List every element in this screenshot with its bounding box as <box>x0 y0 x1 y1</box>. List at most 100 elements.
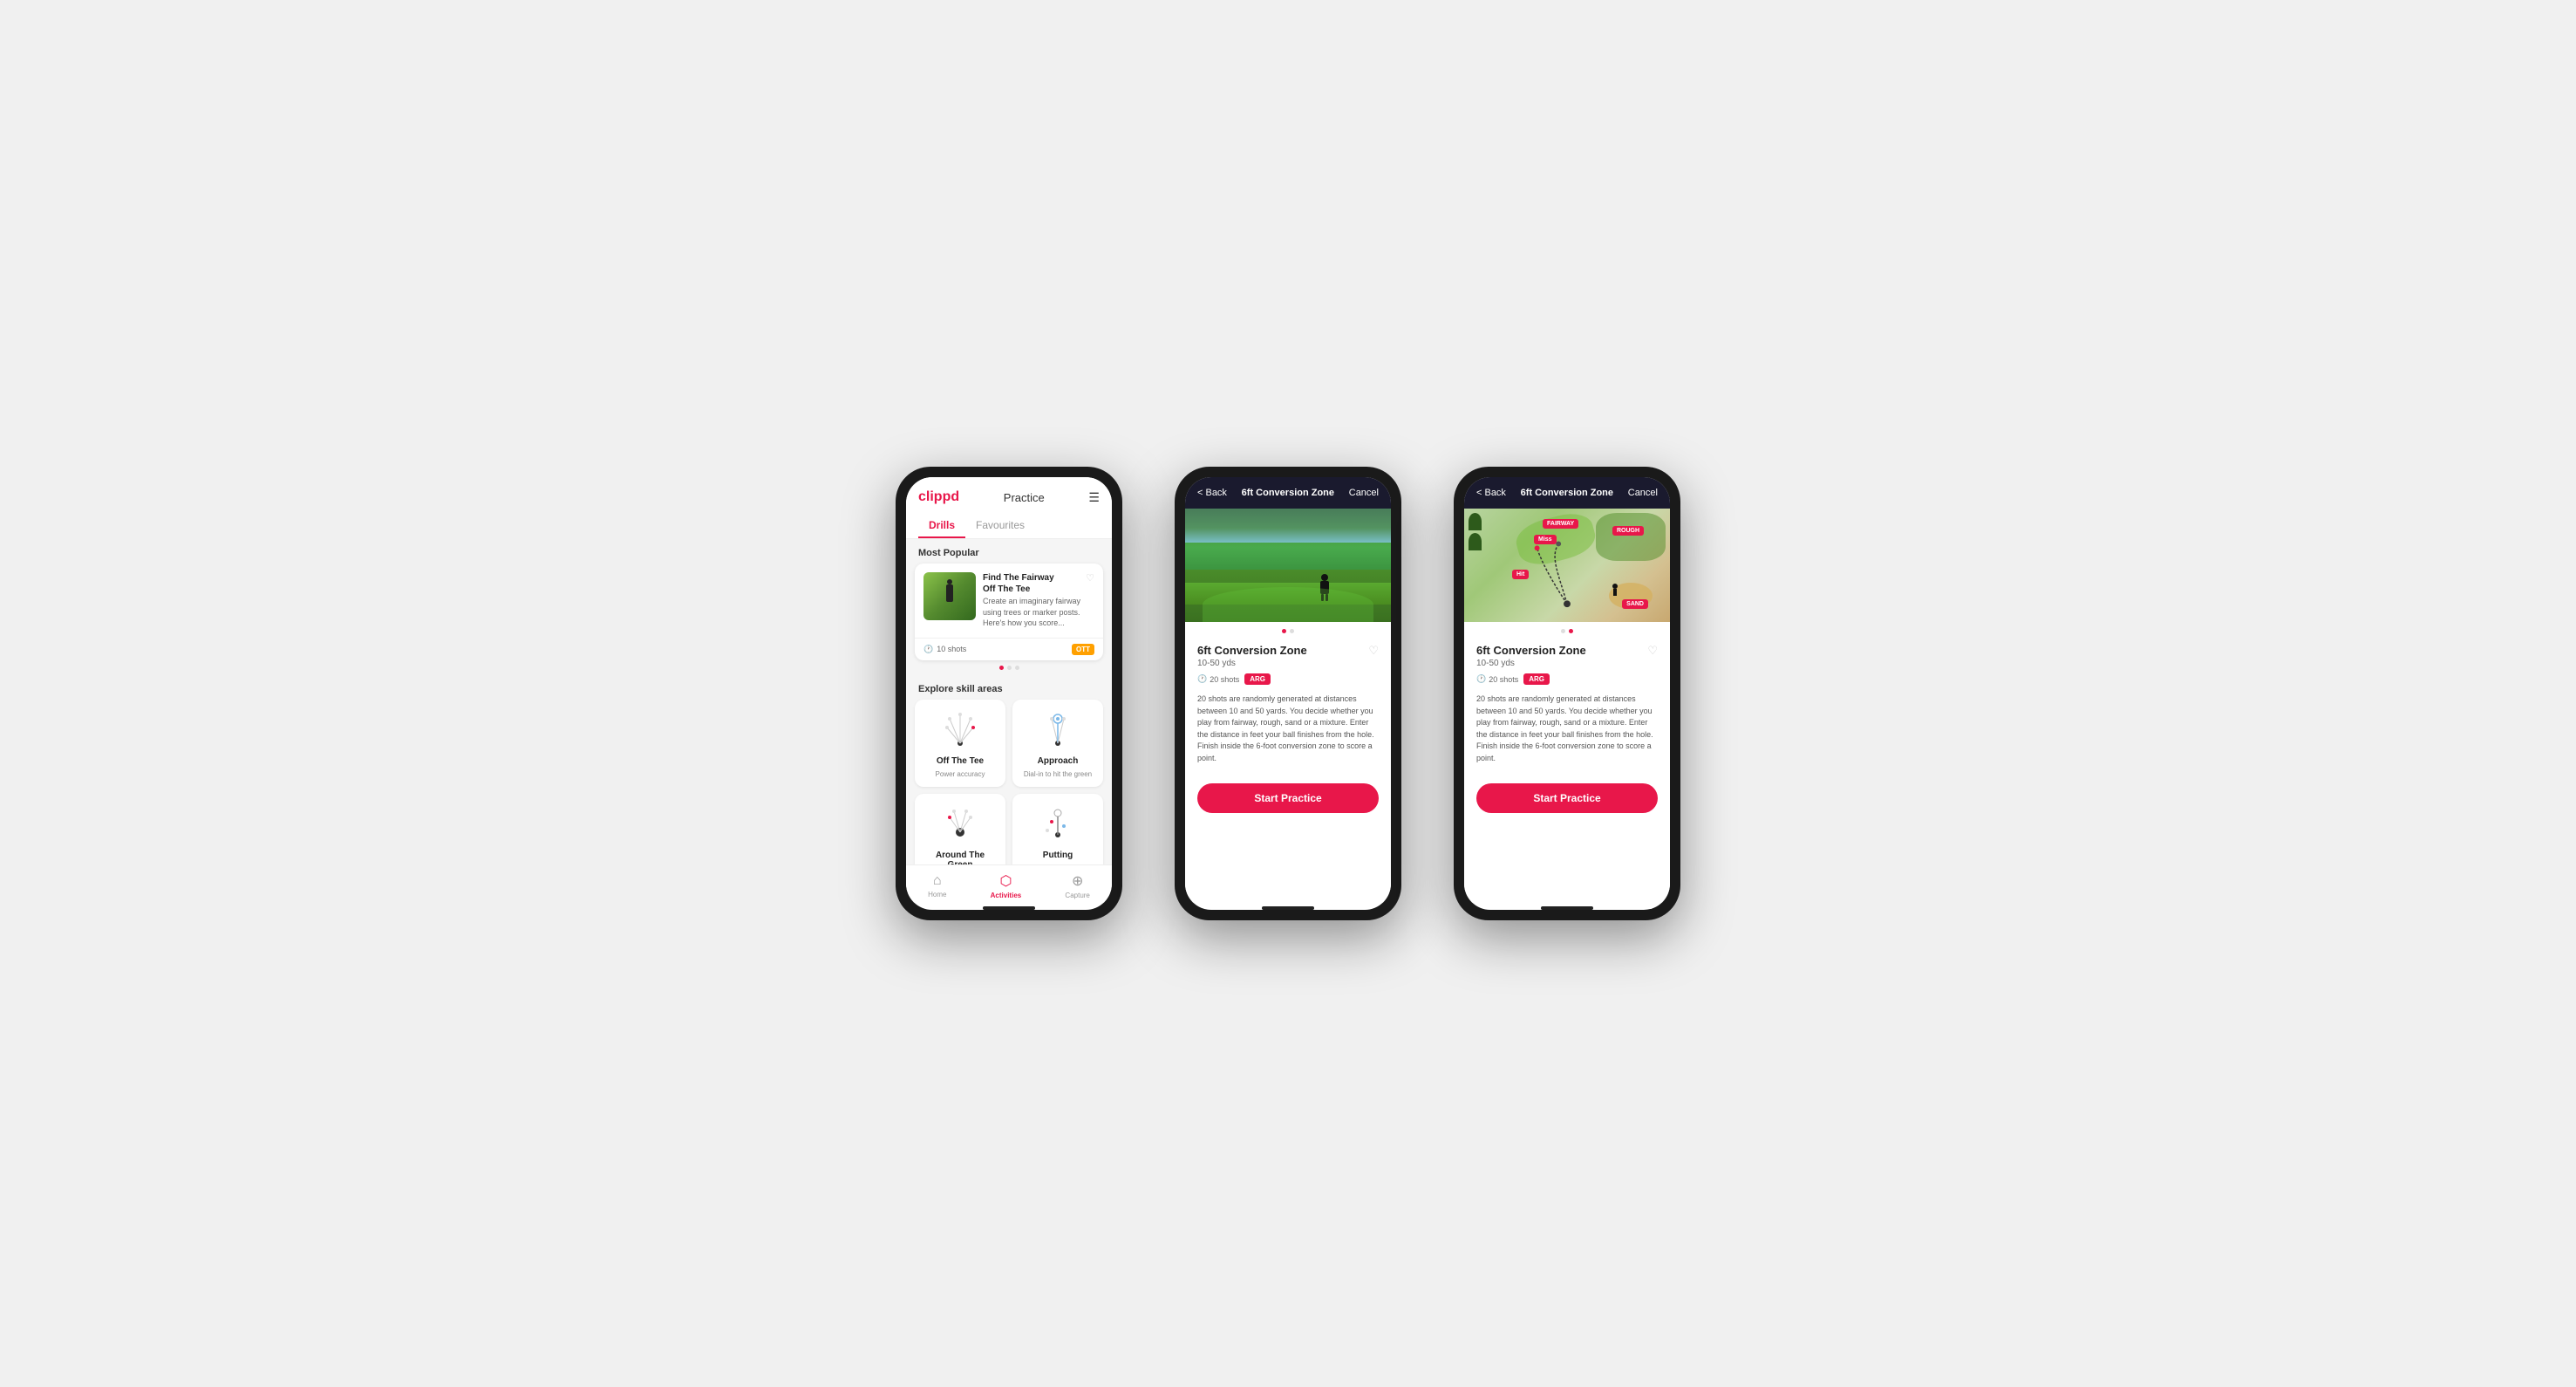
ott-name: Off The Tee <box>937 756 984 766</box>
drill-clock-icon: 🕐 <box>1197 674 1207 684</box>
cancel-button-2[interactable]: Cancel <box>1349 488 1379 498</box>
home-label: Home <box>928 891 946 898</box>
phone-2: < Back 6ft Conversion Zone Cancel <box>1175 467 1401 920</box>
home-icon: ⌂ <box>933 873 942 889</box>
activities-label: Activities <box>991 892 1022 899</box>
featured-drill-title: Find The Fairway <box>983 572 1054 584</box>
explore-label: Explore skill areas <box>906 675 1112 700</box>
bottom-nav: ⌂ Home ⬡ Activities ⊕ Capture <box>906 864 1112 903</box>
phone-1: clippd Practice ☰ Drills Favourites Most… <box>896 467 1122 920</box>
detail-header-3: < Back 6ft Conversion Zone Cancel <box>1464 477 1670 509</box>
drill-clock-icon-3: 🕐 <box>1476 674 1486 684</box>
phones-container: clippd Practice ☰ Drills Favourites Most… <box>896 467 1680 920</box>
dot-active <box>1282 629 1286 633</box>
activities-icon: ⬡ <box>999 872 1012 890</box>
drill-info-2: 6ft Conversion Zone 10-50 yds ♡ 🕐 20 sho… <box>1185 633 1391 775</box>
rough-badge: ROUGH <box>1612 526 1644 536</box>
nav-capture[interactable]: ⊕ Capture <box>1065 872 1089 899</box>
start-practice-button-3[interactable]: Start Practice <box>1476 783 1658 813</box>
phone-3: < Back 6ft Conversion Zone Cancel <box>1454 467 1680 920</box>
dot-2 <box>1007 666 1012 670</box>
skill-card-approach[interactable]: Approach Dial-in to hit the green <box>1012 700 1103 787</box>
dot-1-p3 <box>1561 629 1565 633</box>
drill-info-3: 6ft Conversion Zone 10-50 yds ♡ 🕐 20 sho… <box>1464 633 1670 775</box>
dot-3 <box>1015 666 1019 670</box>
practice-title: Practice <box>1004 491 1045 504</box>
atg-name: Around The Green <box>923 851 997 864</box>
capture-icon: ⊕ <box>1072 872 1083 890</box>
back-button-2[interactable]: < Back <box>1197 488 1227 498</box>
tab-favourites[interactable]: Favourites <box>965 514 1035 538</box>
home-indicator-bar-2 <box>1262 906 1314 910</box>
detail-page-title-2: 6ft Conversion Zone <box>1242 488 1334 498</box>
clock-icon: 🕐 <box>923 645 933 654</box>
ott-desc: Power accuracy <box>936 770 985 778</box>
drill-description-2: 20 shots are randomly generated at dista… <box>1197 694 1379 764</box>
trees-bg <box>1185 509 1391 548</box>
featured-drill-desc: Create an imaginary fairway using trees … <box>983 596 1094 629</box>
putting-icon-area <box>1032 803 1084 846</box>
atg-icon-area <box>934 803 986 846</box>
atg-diagram <box>937 804 985 844</box>
detail-header-2: < Back 6ft Conversion Zone Cancel <box>1185 477 1391 509</box>
detail-page-title-3: 6ft Conversion Zone <box>1521 488 1613 498</box>
miss-badge: Miss <box>1534 535 1557 544</box>
home-indicator-bar <box>983 906 1035 910</box>
approach-diagram <box>1034 710 1082 749</box>
skill-card-ott[interactable]: Off The Tee Power accuracy <box>915 700 1005 787</box>
start-practice-button-2[interactable]: Start Practice <box>1197 783 1379 813</box>
skill-card-atg[interactable]: Around The Green Hone your short game <box>915 794 1005 864</box>
map-golfer <box>1612 584 1618 596</box>
phone1-content: Most Popular Find The Fairway <box>906 539 1112 864</box>
tab-drills[interactable]: Drills <box>918 514 965 538</box>
featured-drill-card[interactable]: Find The Fairway Off The Tee ♡ Create an… <box>915 564 1103 660</box>
shots-label-3: 20 shots <box>1489 675 1518 684</box>
drill-heart-3[interactable]: ♡ <box>1647 644 1658 658</box>
shots-count: 10 shots <box>937 645 966 653</box>
detail-dots-3 <box>1464 622 1670 633</box>
golf-course-map: Miss Hit ROUGH FAIRWAY SAND <box>1464 509 1670 622</box>
skill-grid: Off The Tee Power accuracy <box>906 700 1112 864</box>
putting-diagram <box>1034 804 1082 844</box>
nav-home[interactable]: ⌂ Home <box>928 873 946 898</box>
fairway-badge: FAIRWAY <box>1543 519 1578 529</box>
ott-icon-area <box>934 708 986 752</box>
drill-heart-2[interactable]: ♡ <box>1368 644 1379 658</box>
detail-content-2: 6ft Conversion Zone 10-50 yds ♡ 🕐 20 sho… <box>1185 509 1391 903</box>
dot-inactive <box>1290 629 1294 633</box>
approach-icon-area <box>1032 708 1084 752</box>
arg-badge-2: ARG <box>1244 673 1271 685</box>
ott-badge: OTT <box>1072 644 1094 655</box>
golf-course-photo <box>1185 509 1391 622</box>
drill-range-3: 10-50 yds <box>1476 659 1586 668</box>
drill-meta-2: 🕐 20 shots ARG <box>1197 673 1379 685</box>
tabs-row: Drills Favourites <box>918 514 1100 538</box>
featured-drill-subtitle: Off The Tee <box>983 584 1054 595</box>
dot-2-p3 <box>1569 629 1573 633</box>
cancel-button-3[interactable]: Cancel <box>1628 488 1658 498</box>
drill-meta-3: 🕐 20 shots ARG <box>1476 673 1658 685</box>
clippd-logo: clippd <box>918 489 959 505</box>
approach-name: Approach <box>1038 756 1079 766</box>
heart-icon[interactable]: ♡ <box>1086 572 1094 595</box>
nav-activities[interactable]: ⬡ Activities <box>991 872 1022 899</box>
shots-label: 20 shots <box>1210 675 1239 684</box>
sand-badge: SAND <box>1622 599 1648 609</box>
carousel-dots <box>906 660 1112 675</box>
drill-range-2: 10-50 yds <box>1197 659 1307 668</box>
most-popular-label: Most Popular <box>906 539 1112 564</box>
home-indicator-bar-3 <box>1541 906 1593 910</box>
drill-description-3: 20 shots are randomly generated at dista… <box>1476 694 1658 764</box>
dot-1 <box>999 666 1004 670</box>
approach-desc: Dial-in to hit the green <box>1024 770 1092 778</box>
hamburger-icon[interactable]: ☰ <box>1088 490 1100 505</box>
golf-player-icon <box>941 579 958 614</box>
featured-info: Find The Fairway Off The Tee ♡ Create an… <box>983 572 1094 629</box>
putting-name: Putting <box>1043 851 1073 860</box>
ott-diagram <box>937 710 985 749</box>
back-button-3[interactable]: < Back <box>1476 488 1506 498</box>
drill-shots-3: 🕐 20 shots <box>1476 674 1518 684</box>
detail-content-3: Miss Hit ROUGH FAIRWAY SAND <box>1464 509 1670 903</box>
arg-badge-3: ARG <box>1523 673 1550 685</box>
skill-card-putting[interactable]: Putting Make and lag practice <box>1012 794 1103 864</box>
